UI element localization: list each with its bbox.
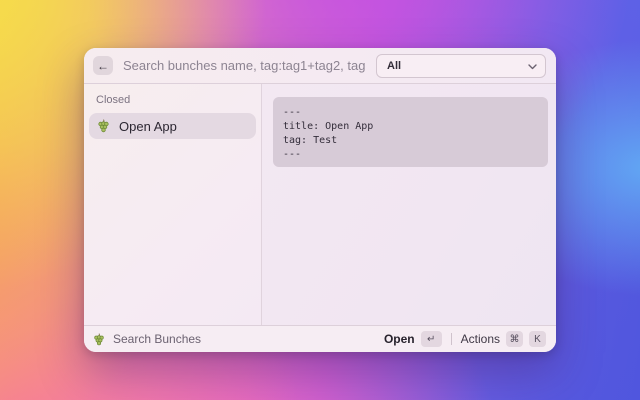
window-footer: Search Bunches Open ↵ Actions ⌘ K	[84, 325, 556, 352]
back-button[interactable]: ←	[93, 56, 113, 75]
app-name: Search Bunches	[113, 332, 201, 346]
window-content: Closed Open App	[84, 84, 556, 325]
code-line: ---	[283, 106, 538, 120]
open-action-button[interactable]: Open ↵	[384, 331, 442, 347]
actions-label: Actions	[461, 332, 500, 346]
filter-dropdown[interactable]: All	[376, 54, 546, 78]
k-key-icon: K	[529, 331, 546, 347]
bunches-window: ← All Closed	[84, 48, 556, 352]
results-sidebar: Closed Open App	[84, 84, 262, 325]
window-header: ← All	[84, 48, 556, 84]
open-action-label: Open	[384, 332, 415, 346]
code-line: tag: Test	[283, 134, 538, 148]
back-arrow-icon: ←	[97, 59, 109, 73]
grapes-icon	[97, 119, 110, 133]
section-label-closed: Closed	[84, 92, 261, 113]
code-line: ---	[283, 148, 538, 162]
cmd-key-icon: ⌘	[506, 331, 523, 347]
grapes-icon	[93, 333, 105, 346]
code-line: title: Open App	[283, 120, 538, 134]
detail-panel: --- title: Open App tag: Test ---	[262, 84, 556, 325]
list-item-label: Open App	[119, 119, 177, 134]
chevron-down-icon	[528, 57, 537, 75]
actions-menu-button[interactable]: Actions ⌘ K	[461, 331, 546, 347]
enter-key-icon: ↵	[421, 331, 442, 347]
filter-dropdown-value: All	[387, 60, 401, 72]
footer-separator	[451, 333, 452, 345]
bunch-preview-code-block: --- title: Open App tag: Test ---	[273, 97, 548, 167]
search-input[interactable]	[123, 58, 366, 73]
list-item-open-app[interactable]: Open App	[89, 113, 256, 139]
